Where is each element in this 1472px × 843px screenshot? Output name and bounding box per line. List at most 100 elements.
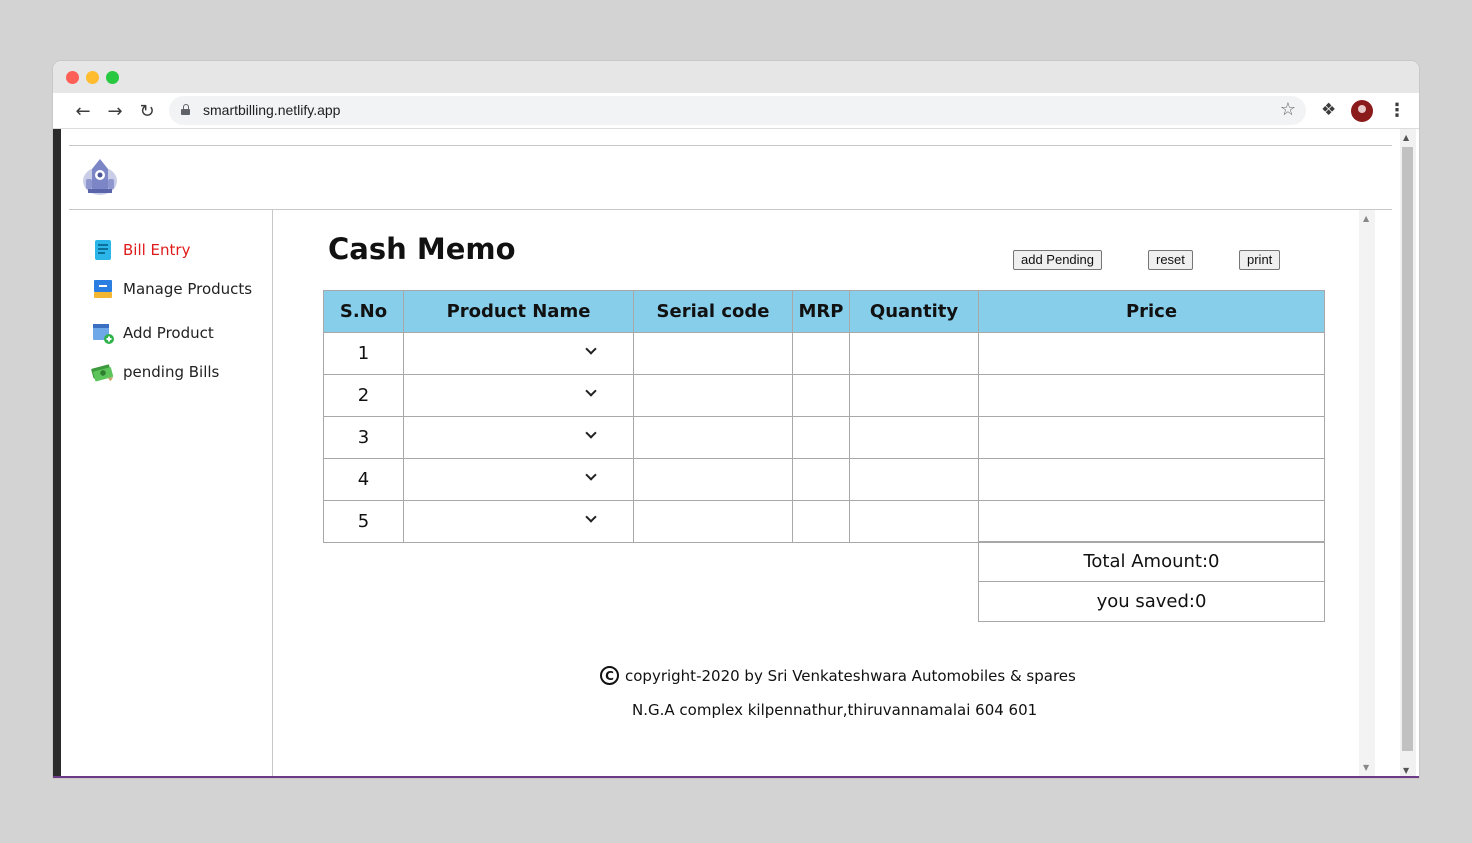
manage-products-icon [94,280,112,298]
price-cell [978,416,1325,459]
you-saved: you saved:0 [978,581,1325,622]
price-cell [978,458,1325,501]
mrp-cell [792,500,850,543]
table-row: 3 [323,416,1325,459]
column-header: S.No [323,290,404,333]
extensions-puzzle-icon[interactable]: ❖ [1321,100,1336,120]
sidebar-item-label: pending Bills [123,363,220,381]
mrp-cell [792,374,850,417]
profile-avatar[interactable] [1351,100,1373,122]
product-select[interactable] [403,332,634,375]
bookmark-star-icon[interactable]: ☆ [1280,99,1296,120]
close-window-button[interactable] [66,71,79,84]
scroll-up-icon[interactable]: ▲ [1363,214,1369,223]
sidebar-item-pending-bills[interactable]: pending Bills [91,360,219,384]
chevron-down-icon [585,385,597,397]
column-header: Quantity [849,290,979,333]
forward-arrow-icon[interactable]: → [103,99,127,123]
serial-code-cell [633,458,793,501]
add-pending-button[interactable]: add Pending [1013,250,1103,270]
add-product-icon [93,324,114,344]
url-text: smartbilling.netlify.app [203,102,341,118]
logo-icon [83,159,117,195]
content-scrollbar[interactable]: ▲ ▼ [1359,210,1375,776]
chevron-down-icon [585,469,597,481]
reload-icon[interactable]: ↻ [135,99,159,123]
back-arrow-icon[interactable]: ← [71,99,95,123]
chevron-down-icon [585,427,597,439]
sno-cell: 3 [323,416,404,459]
price-cell [978,332,1325,375]
table-row: 2 [323,374,1325,417]
sidebar-item-label: Bill Entry [123,241,191,259]
lock-icon [181,104,190,115]
left-edge [53,129,61,778]
browser-menu-icon[interactable]: ⋮ [1388,100,1406,121]
minimize-window-button[interactable] [86,71,99,84]
quantity-input[interactable] [849,500,979,543]
cash-memo-table: S.No Product Name Serial code MRP Quanti… [323,290,1325,543]
column-header: Product Name [403,290,634,333]
product-select[interactable] [403,500,634,543]
address-bar[interactable]: smartbilling.netlify.app ☆ [169,96,1306,125]
bottom-accent-line [53,776,1419,778]
page-scrollbar[interactable]: ▲ ▼ [1400,129,1416,778]
total-amount: Total Amount:0 [978,541,1325,582]
table-row: 5 [323,500,1325,543]
sno-cell: 2 [323,374,404,417]
product-select[interactable] [403,458,634,501]
column-header: MRP [792,290,850,333]
sidebar: Bill Entry Manage Products Add Product p… [69,210,273,776]
scroll-down-icon[interactable]: ▼ [1363,763,1369,772]
copyright-text: copyright-2020 by Sri Venkateshwara Auto… [625,666,1076,685]
sidebar-item-add-product[interactable]: Add Product [91,321,214,345]
sno-cell: 5 [323,500,404,543]
sno-cell: 1 [323,332,404,375]
serial-code-cell [633,500,793,543]
quantity-input[interactable] [849,416,979,459]
mrp-cell [792,458,850,501]
browser-toolbar: ← → ↻ smartbilling.netlify.app ☆ ❖ ⋮ [53,93,1419,129]
top-divider [69,145,1392,146]
quantity-input[interactable] [849,332,979,375]
chevron-down-icon [585,343,597,355]
sidebar-item-manage-products[interactable]: Manage Products [91,277,252,301]
title-bar [53,61,1419,93]
sno-cell: 4 [323,458,404,501]
quantity-input[interactable] [849,458,979,501]
page-title: Cash Memo [328,232,516,266]
column-header: Price [978,290,1325,333]
serial-code-cell [633,374,793,417]
table-header-row: S.No Product Name Serial code MRP Quanti… [323,290,1325,333]
scrollbar-thumb[interactable] [1402,147,1413,751]
quantity-input[interactable] [849,374,979,417]
product-select[interactable] [403,374,634,417]
scroll-down-icon[interactable]: ▼ [1403,766,1409,775]
serial-code-cell [633,332,793,375]
main-content: Cash Memo add Pending reset print S.No P… [274,210,1375,776]
browser-window: ← → ↻ smartbilling.netlify.app ☆ ❖ ⋮ Bil… [53,61,1419,778]
sidebar-item-bill-entry[interactable]: Bill Entry [91,238,190,262]
scroll-up-icon[interactable]: ▲ [1403,133,1409,142]
copyright-icon: C [600,666,619,685]
mrp-cell [792,332,850,375]
maximize-window-button[interactable] [106,71,119,84]
pending-bills-icon [91,364,114,382]
table-row: 4 [323,458,1325,501]
serial-code-cell [633,416,793,459]
copyright-line: C copyright-2020 by Sri Venkateshwara Au… [600,666,1076,685]
page-viewport: Bill Entry Manage Products Add Product p… [53,129,1419,778]
sidebar-item-label: Add Product [123,324,214,342]
print-button[interactable]: print [1239,250,1281,270]
price-cell [978,374,1325,417]
totals-table: Total Amount:0 you saved:0 [978,541,1325,622]
mrp-cell [792,416,850,459]
chevron-down-icon [585,511,597,523]
bill-entry-icon [95,240,111,260]
address-text: N.G.A complex kilpennathur,thiruvannamal… [632,701,1038,719]
reset-button[interactable]: reset [1148,250,1193,270]
product-select[interactable] [403,416,634,459]
sidebar-item-label: Manage Products [123,280,253,298]
column-header: Serial code [633,290,793,333]
table-row: 1 [323,332,1325,375]
